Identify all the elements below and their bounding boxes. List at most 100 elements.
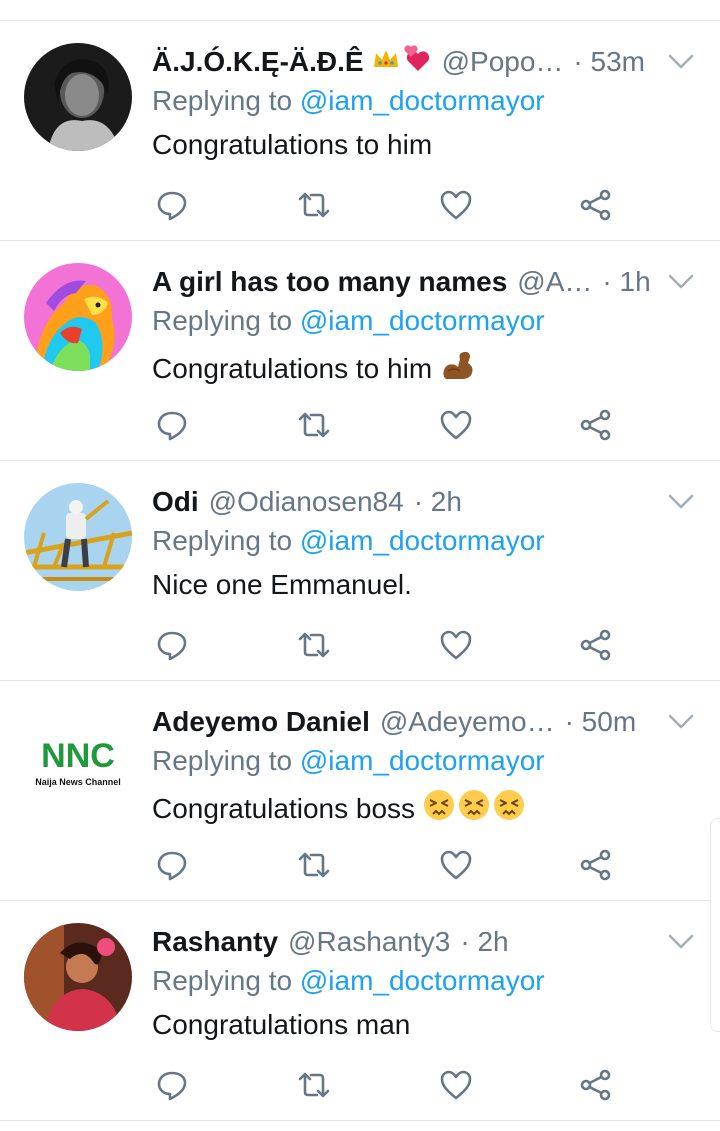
replying-to: Replying to @iam_doctormayor — [152, 85, 545, 117]
retweet-button[interactable] — [294, 185, 334, 225]
tweet-text: Nice one Emmanuel. — [152, 569, 412, 600]
reply-icon — [157, 1071, 187, 1101]
chevron-down-icon[interactable] — [668, 713, 694, 731]
action-bar — [152, 1065, 622, 1105]
retweet-icon — [298, 632, 330, 658]
timestamp[interactable]: · 53m — [573, 46, 645, 78]
replying-to-label: Replying to — [152, 85, 293, 116]
avatar-logo-caption: Naija News Channel — [35, 777, 121, 787]
retweet-button[interactable] — [294, 625, 334, 665]
like-button[interactable] — [436, 625, 476, 665]
persevering-face-emoji — [423, 789, 455, 828]
share-button[interactable] — [576, 845, 616, 885]
action-bar — [152, 845, 622, 885]
avatar[interactable]: NNC Naija News Channel — [24, 703, 132, 811]
retweet-button[interactable] — [294, 845, 334, 885]
reply-button[interactable] — [152, 405, 192, 445]
heart-icon — [440, 410, 472, 440]
display-name[interactable]: Rashanty — [152, 926, 278, 958]
heart-icon — [440, 190, 472, 220]
replying-to-label: Replying to — [152, 525, 293, 556]
chevron-down-icon[interactable] — [668, 493, 694, 511]
display-name[interactable]: Odi — [152, 486, 199, 518]
handle[interactable]: @Adeyemo… — [380, 706, 555, 738]
share-icon — [580, 629, 611, 661]
retweet-icon — [298, 192, 330, 218]
chevron-down-icon[interactable] — [668, 933, 694, 951]
share-button[interactable] — [576, 185, 616, 225]
mention-link[interactable]: @iam_doctormayor — [300, 745, 545, 776]
like-button[interactable] — [436, 185, 476, 225]
like-button[interactable] — [436, 1065, 476, 1105]
handle[interactable]: @Odianosen84 — [209, 486, 404, 518]
replying-to: Replying to @iam_doctormayor — [152, 525, 545, 557]
avatar[interactable] — [24, 43, 132, 151]
share-icon — [580, 189, 611, 221]
reply-button[interactable] — [152, 845, 192, 885]
reply-icon — [157, 411, 187, 441]
retweet-button[interactable] — [294, 405, 334, 445]
replying-to: Replying to @iam_doctormayor — [152, 305, 545, 337]
scroll-handle[interactable] — [710, 818, 720, 1032]
tweet-header: Ä.J.Ó.K.Ę-Ä.Đ.Ê @Popo… · 53m — [152, 41, 658, 83]
replying-to: Replying to @iam_doctormayor — [152, 965, 545, 997]
mention-link[interactable]: @iam_doctormayor — [300, 85, 545, 116]
avatar[interactable] — [24, 263, 132, 371]
display-name[interactable]: Adeyemo Daniel — [152, 706, 370, 738]
reply-button[interactable] — [152, 1065, 192, 1105]
avatar-logo-text: NNC — [41, 737, 115, 775]
retweet-icon — [298, 412, 330, 438]
action-bar — [152, 185, 622, 225]
chevron-down-icon[interactable] — [668, 53, 694, 71]
timestamp[interactable]: · 2h — [414, 486, 462, 518]
tweet-header: A girl has too many names @A… · 1h — [152, 261, 658, 303]
tweet-text: Congratulations boss — [152, 789, 525, 828]
mention-link[interactable]: @iam_doctormayor — [300, 965, 545, 996]
replying-to-label: Replying to — [152, 305, 293, 336]
reply-icon — [157, 631, 187, 661]
replying-to-label: Replying to — [152, 745, 293, 776]
display-name[interactable]: Ä.J.Ó.K.Ę-Ä.Đ.Ê — [152, 46, 364, 78]
share-button[interactable] — [576, 1065, 616, 1105]
mention-link[interactable]: @iam_doctormayor — [300, 305, 545, 336]
tweet[interactable]: NNC Naija News Channel Adeyemo Daniel @A… — [0, 681, 720, 901]
heart-icon — [440, 850, 472, 880]
crown-emoji — [372, 46, 400, 78]
share-icon — [580, 1069, 611, 1101]
tweet-text: Congratulations man — [152, 1009, 411, 1040]
like-button[interactable] — [436, 405, 476, 445]
tweet[interactable]: Odi @Odianosen84 · 2h Replying to @iam_d… — [0, 461, 720, 681]
mention-link[interactable]: @iam_doctormayor — [300, 525, 545, 556]
chevron-down-icon[interactable] — [668, 273, 694, 291]
revolving-hearts-emoji — [402, 44, 432, 80]
share-button[interactable] — [576, 405, 616, 445]
handle[interactable]: @Rashanty3 — [288, 926, 450, 958]
retweet-icon — [298, 1072, 330, 1098]
tweet-header: Adeyemo Daniel @Adeyemo… · 50m — [152, 701, 658, 743]
reply-feed: Ä.J.Ó.K.Ę-Ä.Đ.Ê @Popo… · 53m Replying to… — [0, 21, 720, 1121]
share-button[interactable] — [576, 625, 616, 665]
tweet-text: Congratulations to him — [152, 349, 476, 388]
reply-button[interactable] — [152, 625, 192, 665]
avatar[interactable] — [24, 923, 132, 1031]
replying-to: Replying to @iam_doctormayor — [152, 745, 545, 777]
handle[interactable]: @Popo… — [442, 46, 564, 78]
tweet-header: Rashanty @Rashanty3 · 2h — [152, 921, 658, 963]
flexed-biceps-emoji — [440, 349, 476, 388]
reply-button[interactable] — [152, 185, 192, 225]
tweet[interactable]: A girl has too many names @A… · 1h Reply… — [0, 241, 720, 461]
timestamp[interactable]: · 1h — [602, 266, 650, 298]
retweet-button[interactable] — [294, 1065, 334, 1105]
avatar[interactable] — [24, 483, 132, 591]
timestamp[interactable]: · 2h — [460, 926, 508, 958]
tweet-text-body: Congratulations to him — [152, 352, 433, 384]
display-name[interactable]: A girl has too many names — [152, 266, 507, 298]
heart-icon — [440, 630, 472, 660]
tweet[interactable]: Ä.J.Ó.K.Ę-Ä.Đ.Ê @Popo… · 53m Replying to… — [0, 21, 720, 241]
timestamp[interactable]: · 50m — [565, 706, 637, 738]
tweet-text-body: Congratulations boss — [152, 792, 416, 824]
like-button[interactable] — [436, 845, 476, 885]
handle[interactable]: @A… — [517, 266, 592, 298]
share-icon — [580, 409, 611, 441]
tweet[interactable]: Rashanty @Rashanty3 · 2h Replying to @ia… — [0, 901, 720, 1121]
